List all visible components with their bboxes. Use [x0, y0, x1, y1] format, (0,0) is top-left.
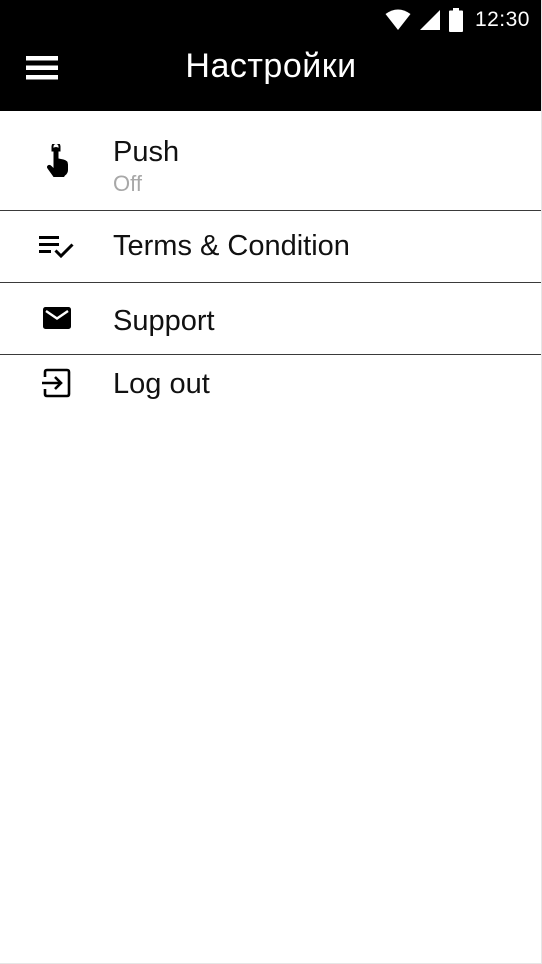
setting-item-terms-condition[interactable]: Terms & Condition [0, 211, 541, 283]
battery-icon [448, 8, 463, 32]
page-title: Настройки [185, 47, 357, 85]
setting-item-log-out[interactable]: Log out [0, 355, 541, 427]
settings-list: Push Off Terms & Condition Support Log o… [0, 111, 541, 427]
status-icons: 12:30 [385, 7, 530, 33]
support-label: Support [113, 305, 215, 337]
terms-condition-label: Terms & Condition [113, 230, 350, 262]
wifi-icon [385, 9, 411, 31]
status-bar: 12:30 [0, 0, 541, 40]
cellular-signal-icon [419, 9, 441, 31]
top-bar: 12:30 Настройки [0, 0, 541, 111]
app-bar: Настройки [0, 40, 541, 111]
push-status-value: Off [113, 171, 142, 196]
touch-hand-icon [38, 142, 76, 180]
push-label: Push [113, 136, 180, 168]
setting-item-push[interactable]: Push Off [0, 111, 541, 211]
logout-icon [38, 364, 76, 402]
settings-screen: 12:30 Настройки Push Off Terms & Conditi… [0, 0, 542, 964]
mail-icon [38, 299, 76, 337]
setting-item-support[interactable]: Support [0, 283, 541, 355]
log-out-label: Log out [113, 368, 210, 400]
checklist-icon [38, 228, 76, 266]
status-time: 12:30 [474, 8, 530, 31]
